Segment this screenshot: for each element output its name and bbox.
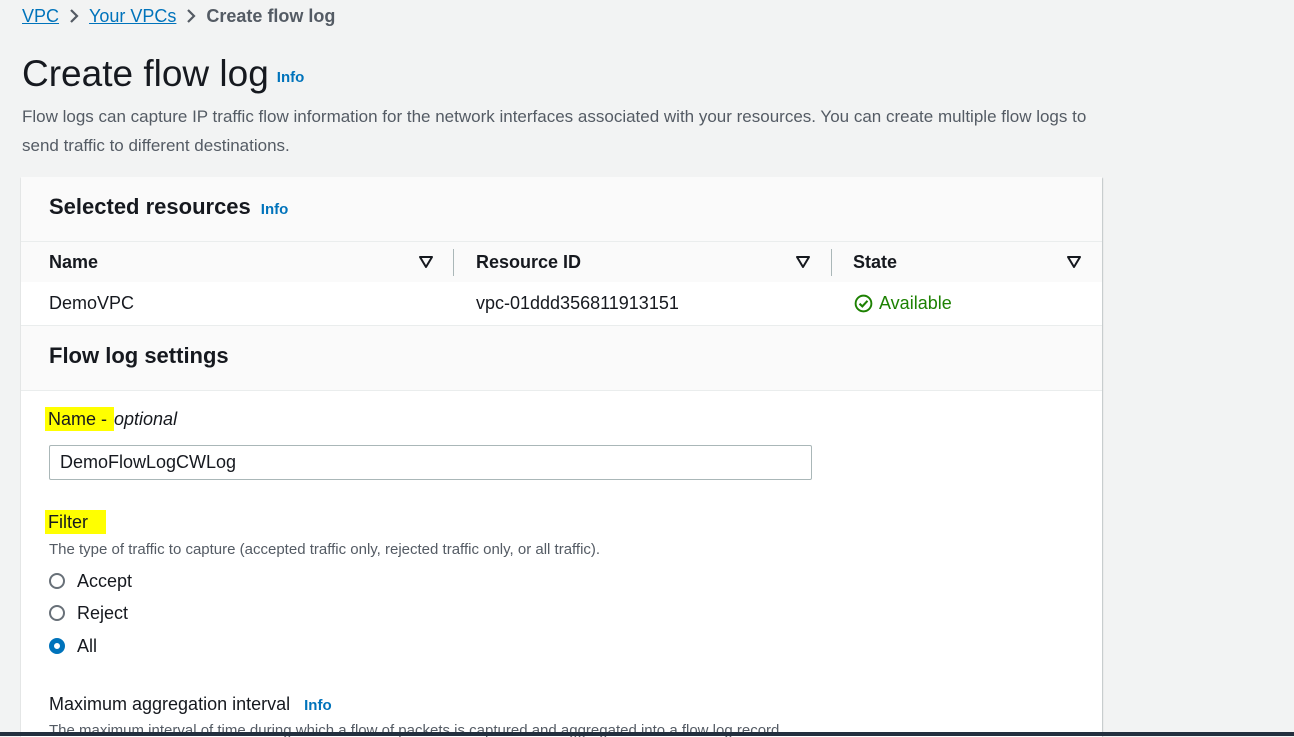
radio-circle-icon[interactable] — [49, 605, 65, 621]
selected-resources-header: Selected resources Info — [21, 177, 1102, 241]
name-input[interactable] — [49, 445, 812, 480]
breadcrumb-your-vpcs-link[interactable]: Your VPCs — [89, 6, 176, 27]
radio-label: Reject — [77, 602, 129, 623]
breadcrumb-vpc-link[interactable]: VPC — [22, 6, 59, 27]
filter-radio-reject[interactable]: Reject — [49, 600, 128, 626]
chevron-right-icon — [176, 8, 206, 24]
column-header-state[interactable]: State — [853, 242, 897, 282]
name-field-label: Name - optional — [45, 407, 178, 431]
breadcrumb: VPC Your VPCs Create flow log — [22, 4, 335, 28]
filter-description: The type of traffic to capture (accepted… — [49, 541, 601, 558]
filter-radio-all[interactable]: All — [49, 633, 97, 659]
status-badge: Available — [879, 293, 952, 313]
chevron-right-icon — [59, 8, 89, 24]
table-row: DemoVPC vpc-01ddd356811913151 Available — [21, 282, 1102, 326]
flow-log-panel: Selected resources Info Name Resource ID … — [21, 177, 1102, 737]
filter-radio-accept[interactable]: Accept — [49, 568, 132, 594]
column-header-name[interactable]: Name — [49, 242, 98, 282]
breadcrumb-current: Create flow log — [206, 5, 336, 26]
page-title: Create flow log Info — [22, 52, 304, 100]
page-info-link[interactable]: Info — [277, 69, 305, 86]
page-title-text: Create flow log — [22, 53, 269, 94]
radio-label: Accept — [77, 570, 133, 591]
cell-resource-id: vpc-01ddd356811913151 — [476, 293, 679, 313]
filter-field-label: Filter — [45, 510, 106, 534]
sort-down-icon[interactable] — [795, 254, 811, 270]
radio-checked-icon[interactable] — [49, 638, 65, 654]
page-description: Flow logs can capture IP traffic flow in… — [22, 107, 1087, 155]
aggregation-info-link[interactable]: Info — [304, 697, 332, 714]
radio-circle-icon[interactable] — [49, 573, 65, 589]
aggregation-interval-label: Maximum aggregation interval Info — [49, 694, 332, 715]
column-header-resource-id[interactable]: Resource ID — [476, 242, 581, 282]
sort-down-icon[interactable] — [418, 254, 434, 270]
flow-log-settings-title: Flow log settings — [49, 343, 229, 368]
resources-table-header: Name Resource ID State — [21, 241, 1102, 283]
sort-down-icon[interactable] — [1066, 254, 1082, 270]
aggregation-interval-label-text: Maximum aggregation interval — [49, 694, 291, 714]
flow-log-settings-header: Flow log settings — [21, 326, 1102, 391]
column-divider[interactable] — [453, 249, 454, 276]
bottom-bar — [0, 732, 1294, 736]
status-check-circle-icon — [854, 294, 873, 313]
name-label-text: Name - — [45, 407, 115, 431]
filter-label-text: Filter — [45, 510, 106, 534]
radio-label: All — [77, 635, 98, 656]
selected-resources-info-link[interactable]: Info — [261, 201, 289, 218]
selected-resources-title-text: Selected resources — [49, 194, 251, 219]
selected-resources-title: Selected resources Info — [49, 194, 288, 220]
name-optional-text: optional — [114, 409, 178, 429]
cell-state: Available — [854, 282, 952, 325]
column-divider[interactable] — [831, 249, 832, 276]
cell-name: DemoVPC — [49, 293, 135, 313]
